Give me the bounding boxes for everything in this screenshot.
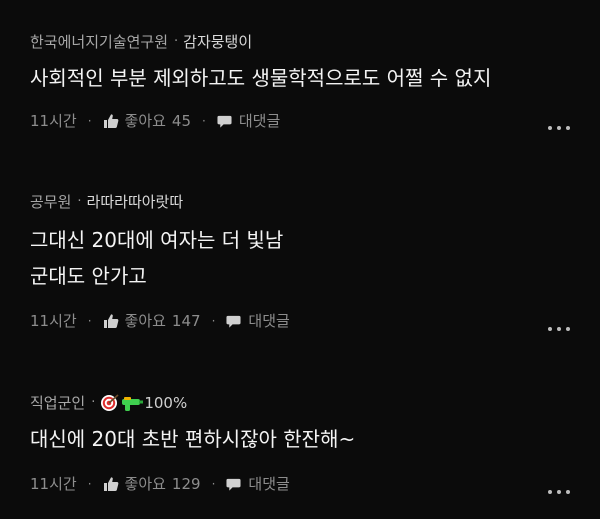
like-button[interactable]: 좋아요 45 bbox=[103, 112, 192, 130]
more-dot bbox=[557, 490, 561, 494]
comment-meta: 11시간 · 좋아요 45 · 대댓글 bbox=[30, 112, 280, 130]
more-options-button[interactable] bbox=[548, 125, 570, 131]
separator-dot: · bbox=[77, 194, 82, 209]
like-count: 45 bbox=[171, 112, 192, 130]
like-label: 좋아요 bbox=[124, 112, 166, 130]
more-options-button[interactable] bbox=[548, 326, 570, 332]
comment-item: 공무원 · 라따라따아랏따 그대신 20대에 여자는 더 빛남 군대도 안가고 … bbox=[0, 178, 600, 348]
author-org: 직업군인 bbox=[30, 394, 86, 412]
author-nickname[interactable]: 라따라따아랏따 bbox=[87, 193, 184, 211]
reply-button[interactable]: 대댓글 bbox=[217, 112, 280, 130]
more-dot bbox=[548, 327, 552, 331]
more-dot bbox=[566, 126, 570, 130]
like-button[interactable]: 좋아요 147 bbox=[103, 312, 201, 330]
target-icon bbox=[101, 394, 119, 411]
separator-dot: · bbox=[211, 314, 216, 328]
like-count: 129 bbox=[171, 475, 201, 493]
reply-button[interactable]: 대댓글 bbox=[226, 312, 290, 330]
comment-text: 군대도 안가고 bbox=[30, 264, 147, 288]
like-count: 147 bbox=[171, 312, 201, 330]
separator-dot: · bbox=[91, 395, 96, 410]
author-org: 한국에너지기술연구원 bbox=[30, 33, 169, 51]
comment-item: 직업군인 · 100% 대신에 20대 초반 편하시잖아 한잔해~ 11시간 · bbox=[0, 378, 600, 519]
speech-bubble-icon bbox=[217, 115, 232, 128]
like-label: 좋아요 bbox=[124, 475, 166, 493]
reply-label: 대댓글 bbox=[248, 475, 290, 493]
comment-time: 11시간 bbox=[30, 312, 77, 330]
speech-bubble-icon bbox=[226, 315, 241, 328]
comment-text: 그대신 20대에 여자는 더 빛남 bbox=[30, 228, 284, 252]
comment-author: 한국에너지기술연구원 · 감자뭉탱이 bbox=[30, 33, 252, 51]
more-dot bbox=[566, 490, 570, 494]
separator-dot: · bbox=[87, 314, 92, 328]
separator-dot: · bbox=[211, 477, 216, 491]
comment-item: 한국에너지기술연구원 · 감자뭉탱이 사회적인 부분 제외하고도 생물학적으로도… bbox=[0, 0, 600, 160]
comment-author: 직업군인 · 100% bbox=[30, 394, 189, 412]
reply-label: 대댓글 bbox=[248, 312, 290, 330]
comment-time: 11시간 bbox=[30, 112, 77, 130]
reply-label: 대댓글 bbox=[238, 112, 281, 130]
more-dot bbox=[548, 490, 552, 494]
comment-meta: 11시간 · 좋아요 129 · 대댓글 bbox=[30, 475, 290, 493]
more-dot bbox=[557, 126, 561, 130]
thumbs-up-icon bbox=[103, 314, 118, 328]
separator-dot: · bbox=[87, 114, 92, 128]
thumbs-up-icon bbox=[103, 114, 118, 128]
separator-dot: · bbox=[87, 477, 92, 491]
author-org: 공무원 bbox=[30, 193, 72, 211]
comment-author: 공무원 · 라따라따아랏따 bbox=[30, 193, 183, 211]
nickname-badge: 100% bbox=[144, 394, 188, 412]
nickname-emblem[interactable]: 100% bbox=[100, 394, 187, 412]
water-gun-icon bbox=[122, 397, 144, 411]
like-label: 좋아요 bbox=[124, 312, 166, 330]
more-dot bbox=[557, 327, 561, 331]
reply-button[interactable]: 대댓글 bbox=[226, 475, 290, 493]
more-dot bbox=[548, 126, 552, 130]
comment-text: 사회적인 부분 제외하고도 생물학적으로도 어쩔 수 없지 bbox=[30, 66, 492, 90]
thumbs-up-icon bbox=[103, 477, 118, 491]
comment-meta: 11시간 · 좋아요 147 · 대댓글 bbox=[30, 312, 290, 330]
separator-dot: · bbox=[202, 114, 206, 128]
comment-text: 대신에 20대 초반 편하시잖아 한잔해~ bbox=[30, 427, 356, 451]
more-dot bbox=[566, 327, 570, 331]
speech-bubble-icon bbox=[226, 478, 241, 491]
author-nickname[interactable]: 감자뭉탱이 bbox=[183, 33, 252, 51]
like-button[interactable]: 좋아요 129 bbox=[103, 475, 201, 493]
more-options-button[interactable] bbox=[548, 489, 570, 495]
comment-time: 11시간 bbox=[30, 475, 77, 493]
separator-dot: · bbox=[174, 34, 179, 49]
